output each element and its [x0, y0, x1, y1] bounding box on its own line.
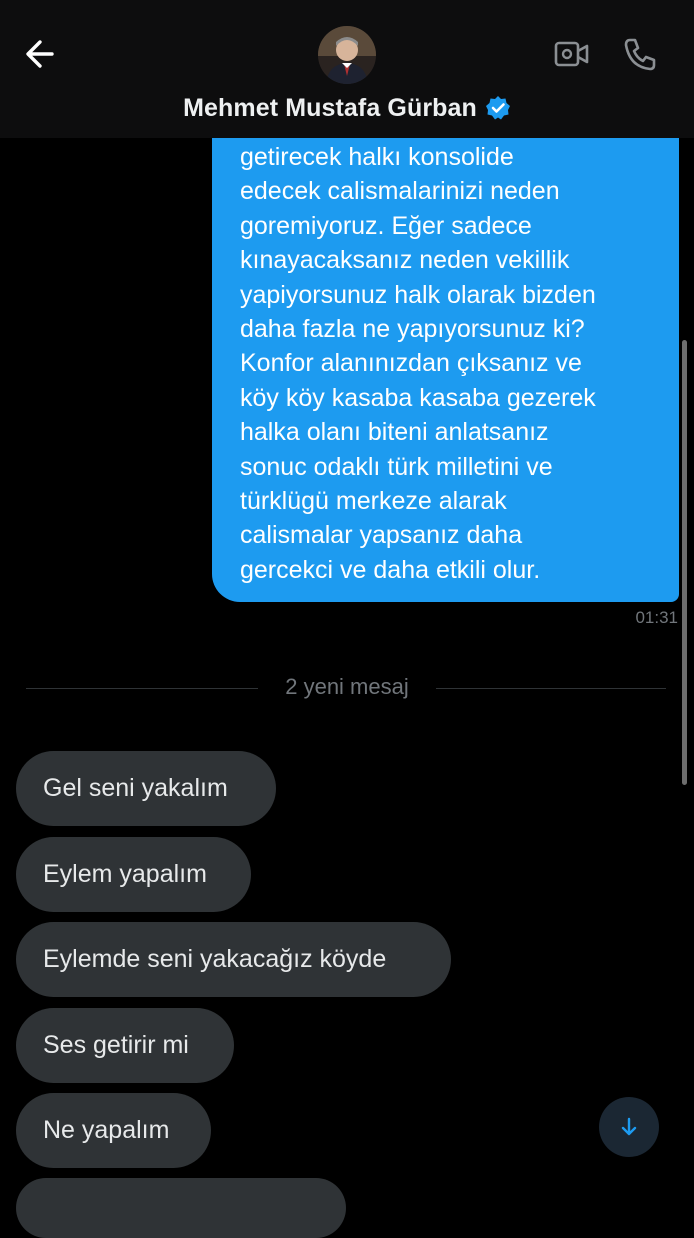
received-message-bubble[interactable]: Eylem yapalım: [16, 837, 251, 912]
verified-badge-icon: [485, 96, 510, 120]
back-button[interactable]: [22, 36, 62, 72]
divider-line-right: [436, 688, 666, 689]
contact-name: Mehmet Mustafa Gürban: [183, 93, 477, 122]
video-call-button[interactable]: [552, 36, 592, 72]
received-message-bubble[interactable]: Ne yapalım: [16, 1093, 211, 1168]
arrow-down-icon: [621, 1117, 637, 1136]
received-message-bubble[interactable]: Ses getirir mi: [16, 1008, 234, 1083]
received-message-bubble-partial[interactable]: [16, 1178, 346, 1238]
conversation-title-row[interactable]: Mehmet Mustafa Gürban: [0, 90, 694, 126]
scrollbar[interactable]: [682, 340, 687, 785]
arrow-left-icon: [26, 40, 54, 68]
video-call-icon: [554, 41, 589, 67]
phone-call-button[interactable]: [620, 34, 660, 74]
phone-icon: [624, 38, 656, 71]
new-messages-divider: 2 yeni mesaj: [26, 670, 666, 706]
sent-message-text: getirecek halkı konsolide edecek calisma…: [240, 143, 596, 584]
conversation-header: Mehmet Mustafa Gürban: [0, 0, 694, 138]
new-messages-label: 2 yeni mesaj: [285, 674, 409, 699]
received-message-bubble[interactable]: Gel seni yakalım: [16, 751, 276, 826]
sent-message-bubble[interactable]: getirecek halkı konsolide edecek calisma…: [212, 110, 679, 602]
avatar[interactable]: [318, 26, 376, 84]
divider-line-left: [26, 688, 258, 689]
scroll-to-bottom-button[interactable]: [599, 1097, 659, 1157]
message-timestamp: 01:31: [635, 608, 678, 627]
received-message-bubble[interactable]: Eylemde seni yakacağız köyde: [16, 922, 451, 997]
